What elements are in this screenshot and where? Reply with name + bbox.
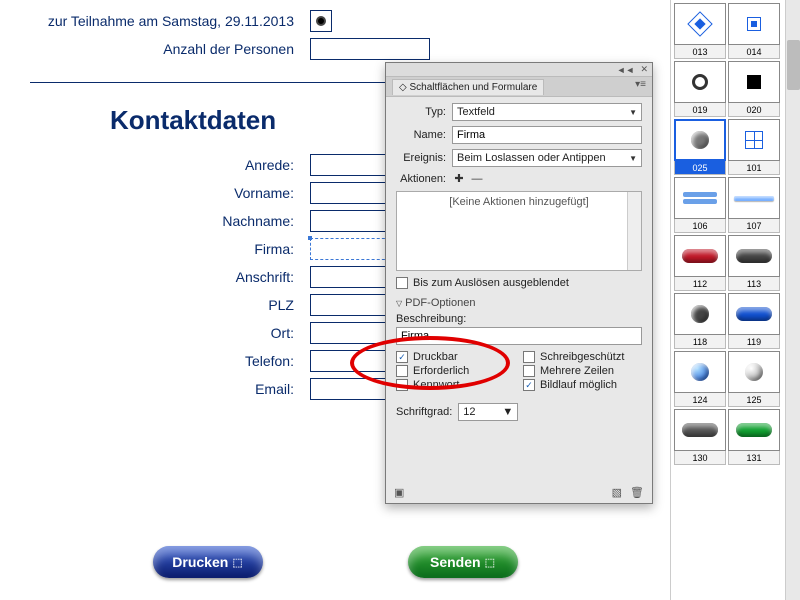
description-input[interactable] [396, 327, 642, 345]
button-library-panel: 0130140190200251011061071121131181191241… [670, 0, 800, 600]
ereignis-select[interactable]: Beim Loslassen oder Antippen▼ [452, 149, 642, 167]
scrollbar[interactable] [785, 0, 800, 600]
bildlauf-checkbox[interactable]: ✓ [523, 379, 535, 391]
ereignis-label: Ereignis: [396, 152, 452, 164]
close-icon[interactable]: ✕ [640, 64, 648, 75]
library-item-130[interactable]: 130 [674, 409, 726, 465]
collapse-icon[interactable]: ◄◄ [617, 65, 635, 75]
bildlauf-label: Bildlauf möglich [540, 379, 617, 391]
library-item-019[interactable]: 019 [674, 61, 726, 117]
chevron-down-icon: ▼ [629, 154, 637, 163]
library-item-118[interactable]: 118 [674, 293, 726, 349]
pdf-section-header[interactable]: ▽PDF-Optionen [396, 297, 642, 309]
library-item-107[interactable]: 107 [728, 177, 780, 233]
convert-icon[interactable]: ▧ [612, 487, 622, 499]
firma-field-selected[interactable] [310, 238, 390, 260]
erforderlich-checkbox[interactable] [396, 365, 408, 377]
print-button[interactable]: Drucken⬚ [153, 546, 263, 578]
nachname-label: Nachname: [30, 213, 310, 229]
firma-label: Firma: [30, 241, 310, 257]
saturday-label: zur Teilnahme am Samstag, 29.11.2013 [30, 13, 310, 29]
library-item-113[interactable]: 113 [728, 235, 780, 291]
aktionen-label: Aktionen: [396, 173, 452, 185]
typ-label: Typ: [396, 106, 452, 118]
disclosure-triangle-icon: ▽ [396, 299, 402, 308]
library-item-106[interactable]: 106 [674, 177, 726, 233]
panel-menu-icon[interactable]: ▾≡ [635, 79, 646, 90]
send-button[interactable]: Senden⬚ [408, 546, 518, 578]
schreibgeschuetzt-checkbox[interactable] [523, 351, 535, 363]
vorname-label: Vorname: [30, 185, 310, 201]
font-size-select[interactable]: 12▼ [458, 403, 518, 421]
library-item-025[interactable]: 025 [674, 119, 726, 175]
druckbar-label: Druckbar [413, 351, 458, 363]
hide-until-checkbox[interactable] [396, 277, 408, 289]
library-item-125[interactable]: 125 [728, 351, 780, 407]
kennwort-label: Kennwort [413, 379, 459, 391]
trash-icon[interactable]: 🗑 [630, 487, 644, 499]
library-item-101[interactable]: 101 [728, 119, 780, 175]
persons-field[interactable] [310, 38, 430, 60]
anrede-label: Anrede: [30, 157, 310, 173]
hide-until-label: Bis zum Auslösen ausgeblendet [413, 277, 569, 289]
actions-list[interactable]: [Keine Aktionen hinzugefügt] [396, 191, 642, 271]
remove-action-icon[interactable]: — [470, 172, 484, 186]
erforderlich-label: Erforderlich [413, 365, 469, 377]
persons-label: Anzahl der Personen [30, 41, 310, 57]
scrollbar[interactable] [627, 192, 641, 270]
library-item-014[interactable]: 014 [728, 3, 780, 59]
druckbar-checkbox[interactable]: ✓ [396, 351, 408, 363]
chevron-down-icon: ▼ [629, 108, 637, 117]
anschrift-label: Anschrift: [30, 269, 310, 285]
typ-select[interactable]: Textfeld▼ [452, 103, 642, 121]
name-label: Name: [396, 129, 452, 141]
actions-empty-text: [Keine Aktionen hinzugefügt] [449, 196, 588, 208]
font-size-label: Schriftgrad: [396, 406, 452, 418]
cursor-icon: ⬚ [485, 556, 495, 569]
library-item-013[interactable]: 013 [674, 3, 726, 59]
library-item-124[interactable]: 124 [674, 351, 726, 407]
panel-titlebar[interactable]: ◄◄ ✕ [386, 63, 652, 77]
buttons-forms-panel: ◄◄ ✕ ◇ Schaltflächen und Formulare ▾≡ Ty… [385, 62, 653, 504]
cursor-icon: ⬚ [232, 556, 242, 569]
mehrere-label: Mehrere Zeilen [540, 365, 614, 377]
telefon-label: Telefon: [30, 353, 310, 369]
library-item-020[interactable]: 020 [728, 61, 780, 117]
mehrere-checkbox[interactable] [523, 365, 535, 377]
ort-label: Ort: [30, 325, 310, 341]
kennwort-checkbox[interactable] [396, 379, 408, 391]
description-label: Beschreibung: [396, 313, 642, 325]
chevron-down-icon: ▼ [502, 406, 513, 418]
library-item-131[interactable]: 131 [728, 409, 780, 465]
library-item-112[interactable]: 112 [674, 235, 726, 291]
email-label: Email: [30, 381, 310, 397]
library-item-119[interactable]: 119 [728, 293, 780, 349]
schreibgeschuetzt-label: Schreibgeschützt [540, 351, 624, 363]
name-input[interactable] [452, 126, 642, 144]
add-action-icon[interactable]: ✚ [452, 172, 466, 186]
preview-icon[interactable]: ▣ [394, 486, 404, 499]
scrollbar-thumb[interactable] [787, 40, 800, 90]
plz-label: PLZ [30, 297, 310, 313]
panel-tab[interactable]: ◇ Schaltflächen und Formulare [392, 79, 544, 95]
saturday-radio[interactable] [310, 10, 332, 32]
